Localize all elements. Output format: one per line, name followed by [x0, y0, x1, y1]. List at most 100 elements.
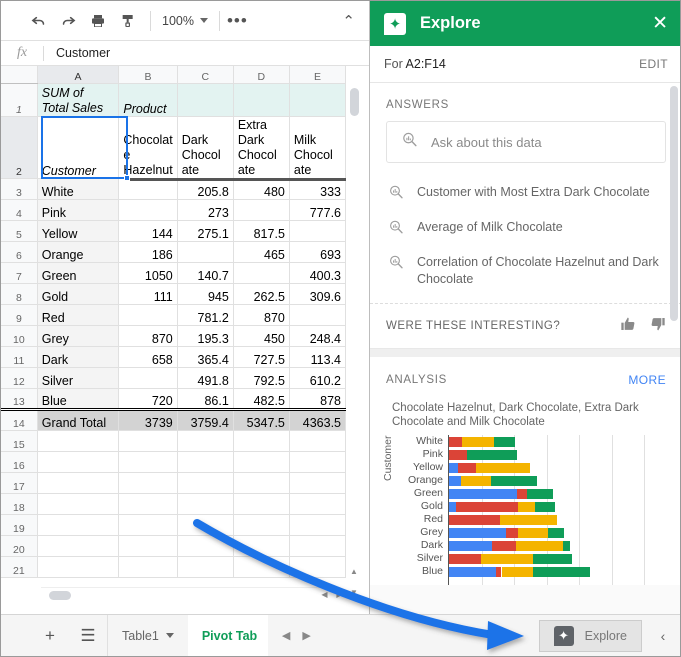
row-header-7[interactable]: 7 [1, 262, 38, 284]
sheet-tab-pivot[interactable]: Pivot Tab [187, 614, 268, 656]
row-header-10[interactable]: 10 [1, 325, 38, 347]
vertical-scroll-thumb[interactable] [350, 88, 359, 116]
row-header-2[interactable]: 2 [1, 116, 38, 179]
cell-b12[interactable] [118, 367, 178, 389]
chevron-down-icon[interactable] [165, 633, 174, 638]
cell-grid[interactable]: A B C D E 1 SUM of Total Sales Product 2… [1, 66, 346, 603]
horizontal-scrollbar[interactable] [41, 587, 333, 602]
chart-bar-segment[interactable] [449, 553, 482, 564]
cell-d5[interactable]: 817.5 [233, 220, 290, 242]
cell-e8[interactable]: 309.6 [289, 283, 346, 305]
cell-c10[interactable]: 195.3 [177, 325, 234, 347]
cell-d9[interactable]: 870 [233, 304, 290, 326]
scroll-left-icon[interactable]: ◀ [321, 590, 327, 599]
cell-a3[interactable]: White [37, 178, 120, 200]
chart-bar-segment[interactable] [449, 488, 518, 499]
chart-bar-segment[interactable] [481, 553, 533, 564]
cell-a20[interactable] [37, 535, 120, 557]
cell-b8[interactable]: 111 [118, 283, 178, 305]
cell-a12[interactable]: Silver [37, 367, 120, 389]
cell-c15[interactable] [177, 430, 234, 452]
undo-icon[interactable] [23, 6, 53, 36]
cell-d16[interactable] [233, 451, 290, 473]
cell-b21[interactable] [118, 556, 178, 578]
cell-a16[interactable] [37, 451, 120, 473]
cell-a21[interactable] [37, 556, 120, 578]
cell-d11[interactable]: 727.5 [233, 346, 290, 368]
chart-bar-segment[interactable] [449, 475, 462, 486]
horizontal-scroll-buttons[interactable]: ◀ ▶ [317, 587, 347, 602]
scroll-right-icon[interactable]: ▶ [336, 590, 342, 599]
cell-e9[interactable] [289, 304, 346, 326]
cell-c5[interactable]: 275.1 [177, 220, 234, 242]
row-header-3[interactable]: 3 [1, 178, 38, 200]
cell-b13[interactable]: 720 [118, 388, 178, 410]
column-header-a[interactable]: A [37, 66, 120, 84]
collapse-toolbar-icon[interactable]: ⌃ [342, 12, 355, 30]
cell-b17[interactable] [118, 472, 178, 494]
cell-a2[interactable]: Customer [37, 116, 120, 179]
chart-bar-segment[interactable] [532, 566, 591, 577]
row-header-6[interactable]: 6 [1, 241, 38, 263]
cell-a1[interactable]: SUM of Total Sales [37, 83, 120, 117]
scroll-up-icon[interactable]: ▲ [350, 567, 358, 576]
cell-b18[interactable] [118, 493, 178, 515]
cell-b3[interactable] [118, 178, 178, 200]
more-options-icon[interactable]: ••• [227, 12, 248, 29]
row-header-17[interactable]: 17 [1, 472, 38, 494]
cell-d4[interactable] [233, 199, 290, 221]
cell-d20[interactable] [233, 535, 290, 557]
cell-d13[interactable]: 482.5 [233, 388, 290, 410]
chart-bar-segment[interactable] [466, 449, 518, 460]
cell-b20[interactable] [118, 535, 178, 557]
chart-bar-segment[interactable] [547, 527, 564, 538]
cell-a8[interactable]: Gold [37, 283, 120, 305]
cell-a11[interactable]: Dark [37, 346, 120, 368]
cell-d15[interactable] [233, 430, 290, 452]
cell-a18[interactable] [37, 493, 120, 515]
cell-d7[interactable] [233, 262, 290, 284]
cell-e4[interactable]: 777.6 [289, 199, 346, 221]
cell-e15[interactable] [289, 430, 346, 452]
chart-bar-segment[interactable] [517, 488, 527, 499]
cell-e5[interactable] [289, 220, 346, 242]
chart-bar-segment[interactable] [449, 527, 506, 538]
cell-e17[interactable] [289, 472, 346, 494]
chart-bar-segment[interactable] [534, 501, 556, 512]
cell-c17[interactable] [177, 472, 234, 494]
chart-bar-segment[interactable] [449, 449, 467, 460]
chart-bar-segment[interactable] [476, 462, 530, 473]
cell-e20[interactable] [289, 535, 346, 557]
chart-bar-segment[interactable] [505, 527, 519, 538]
suggestion-item[interactable]: Customer with Most Extra Dark Chocolate [370, 177, 680, 212]
cell-a7[interactable]: Green [37, 262, 120, 284]
add-sheet-button[interactable]: + [31, 615, 69, 657]
chart-bar-segment[interactable] [532, 553, 573, 564]
row-header-21[interactable]: 21 [1, 556, 38, 578]
cell-c12[interactable]: 491.8 [177, 367, 234, 389]
ask-input[interactable]: Ask about this data [386, 121, 666, 163]
chart-bar-segment[interactable] [461, 475, 492, 486]
cell-c6[interactable] [177, 241, 234, 263]
chart-bar-segment[interactable] [491, 475, 537, 486]
row-header-9[interactable]: 9 [1, 304, 38, 326]
scroll-down-icon[interactable]: ▼ [350, 588, 358, 597]
vertical-scroll-buttons[interactable]: ▲ ▼ [347, 561, 361, 603]
cell-d12[interactable]: 792.5 [233, 367, 290, 389]
vertical-scrollbar[interactable] [347, 66, 361, 578]
collapse-bar-icon[interactable]: ‹ [646, 615, 680, 657]
cell-e12[interactable]: 610.2 [289, 367, 346, 389]
corner-cell[interactable] [1, 66, 38, 84]
cell-c7[interactable]: 140.7 [177, 262, 234, 284]
column-header-e[interactable]: E [289, 66, 346, 84]
row-header-19[interactable]: 19 [1, 514, 38, 536]
row-header-16[interactable]: 16 [1, 451, 38, 473]
cell-c13[interactable]: 86.1 [177, 388, 234, 410]
chart-bar-segment[interactable] [515, 540, 564, 551]
explore-button[interactable]: Explore [538, 619, 642, 652]
row-header-4[interactable]: 4 [1, 199, 38, 221]
chart-bar-segment[interactable] [449, 436, 463, 447]
chart-bar-segment[interactable] [517, 501, 535, 512]
print-icon[interactable] [83, 6, 113, 36]
chart-bar-segment[interactable] [449, 514, 500, 525]
